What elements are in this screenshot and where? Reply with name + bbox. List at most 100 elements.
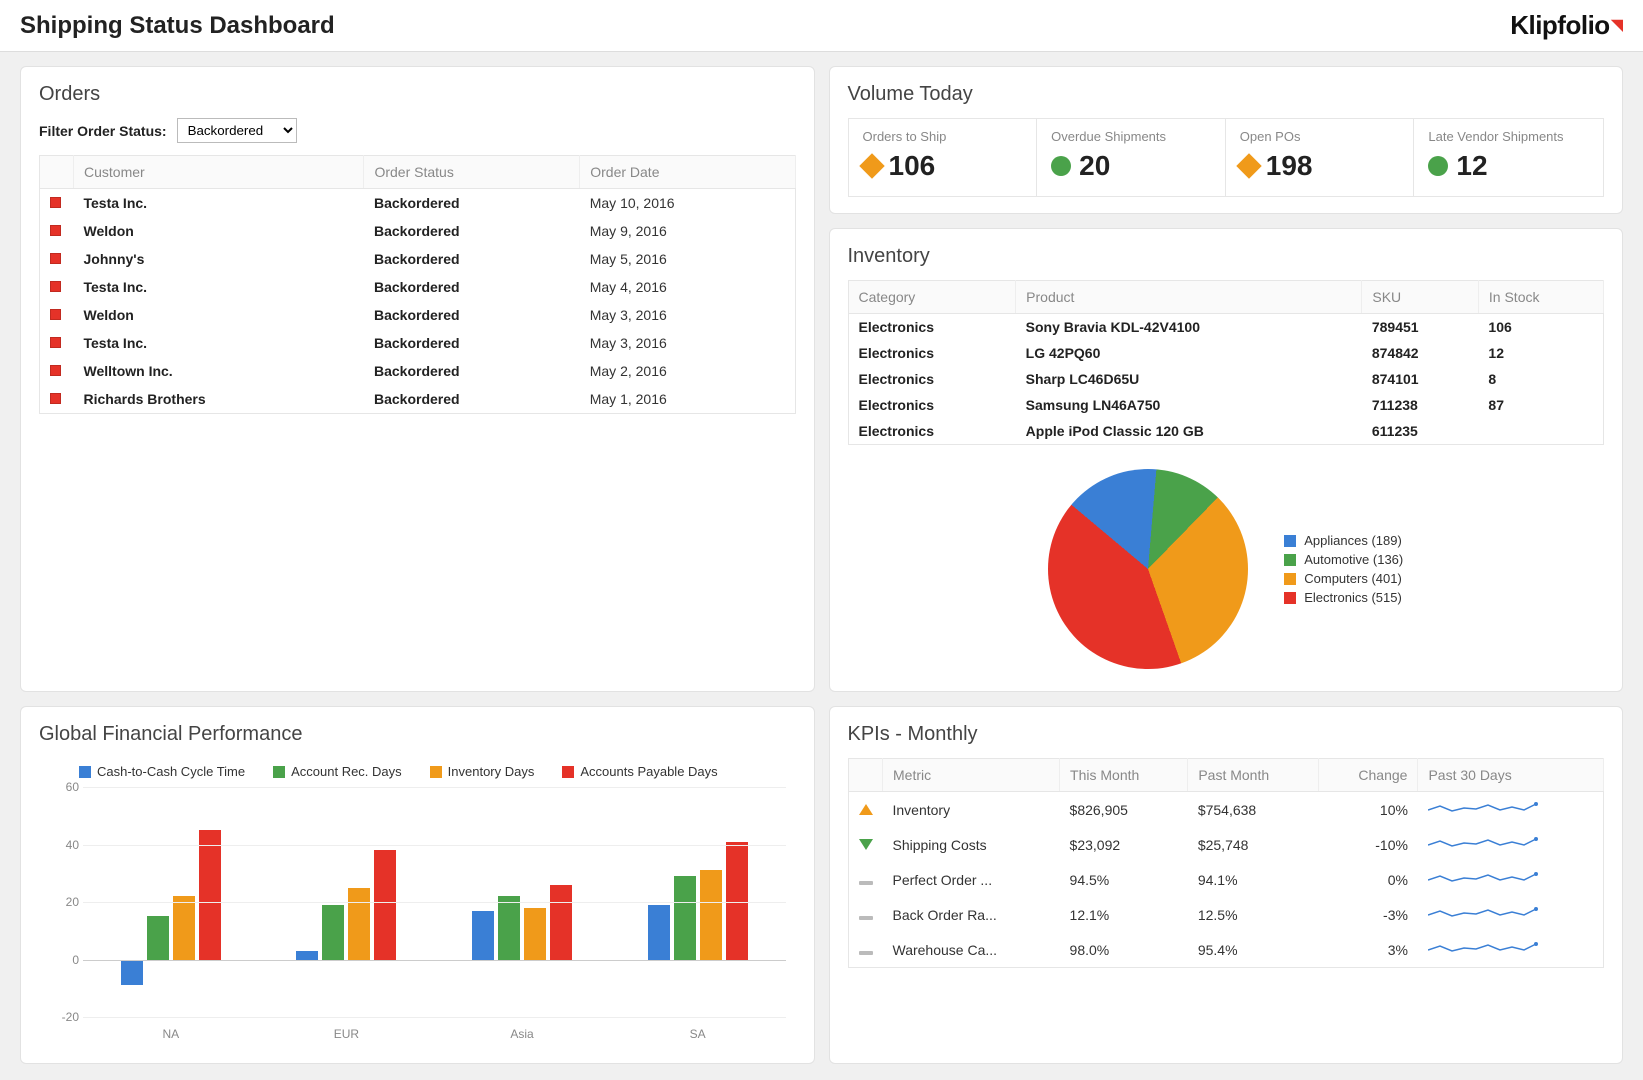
legend-swatch-icon: [430, 766, 442, 778]
kpis-table: Metric This Month Past Month Change Past…: [848, 758, 1605, 968]
volume-card: Volume Today Orders to Ship 106Overdue S…: [829, 66, 1624, 214]
y-tick: 0: [72, 953, 79, 967]
status-dot-icon: [50, 365, 61, 376]
logo-text: Klipfolio: [1510, 10, 1609, 41]
volume-label: Orders to Ship: [863, 129, 1023, 144]
y-tick: 40: [66, 838, 79, 852]
trend-up-icon: [859, 804, 873, 815]
bar: [726, 842, 748, 960]
kpis-title: KPIs - Monthly: [848, 723, 1605, 746]
bar: [199, 830, 221, 959]
page-title: Shipping Status Dashboard: [20, 12, 335, 40]
table-row[interactable]: WeldonBackorderedMay 3, 2016: [40, 301, 796, 329]
volume-cell: Overdue Shipments 20: [1037, 119, 1226, 196]
legend-swatch-icon: [1284, 554, 1296, 566]
status-dot-icon: [50, 281, 61, 292]
circle-icon: [1051, 156, 1071, 176]
trend-flat-icon: [859, 916, 873, 920]
bar: [472, 911, 494, 960]
legend-item: Inventory Days: [430, 764, 535, 779]
legend-item: Automotive (136): [1284, 552, 1403, 567]
table-row[interactable]: Testa Inc.BackorderedMay 3, 2016: [40, 329, 796, 357]
bar: [296, 951, 318, 960]
circle-icon: [1428, 156, 1448, 176]
sparkline-icon: [1428, 868, 1538, 888]
y-tick: 20: [66, 895, 79, 909]
kpis-card: KPIs - Monthly Metric This Month Past Mo…: [829, 706, 1624, 1064]
y-tick: 60: [66, 780, 79, 794]
bar: [322, 905, 344, 960]
legend-item: Cash-to-Cash Cycle Time: [79, 764, 245, 779]
col-customer: Customer: [74, 156, 364, 189]
volume-grid: Orders to Ship 106Overdue Shipments 20Op…: [848, 118, 1605, 197]
table-row[interactable]: ElectronicsApple iPod Classic 120 GB6112…: [848, 418, 1604, 445]
bar: [700, 870, 722, 959]
table-row[interactable]: ElectronicsSharp LC46D65U8741018: [848, 366, 1604, 392]
status-dot-icon: [50, 225, 61, 236]
bar: [524, 908, 546, 960]
legend-swatch-icon: [1284, 535, 1296, 547]
diamond-icon: [1236, 153, 1261, 178]
table-row[interactable]: Testa Inc.BackorderedMay 10, 2016: [40, 189, 796, 218]
table-row[interactable]: Back Order Ra...12.1%12.5%-3%: [848, 897, 1604, 932]
volume-cell: Late Vendor Shipments 12: [1414, 119, 1603, 196]
inventory-pie-chart: [1048, 469, 1248, 669]
bar: [674, 876, 696, 959]
sparkline-icon: [1428, 833, 1538, 853]
orders-title: Orders: [39, 83, 796, 106]
bar: [550, 885, 572, 960]
orders-card: Orders Filter Order Status: Backordered …: [20, 66, 815, 692]
col-status: Order Status: [364, 156, 580, 189]
table-row[interactable]: Perfect Order ...94.5%94.1%0%: [848, 862, 1604, 897]
logo-accent-icon: ◥: [1611, 15, 1623, 35]
inventory-card: Inventory Category Product SKU In Stock …: [829, 228, 1624, 692]
table-row[interactable]: WeldonBackorderedMay 9, 2016: [40, 217, 796, 245]
status-dot-icon: [50, 337, 61, 348]
sparkline-icon: [1428, 903, 1538, 923]
filter-label: Filter Order Status:: [39, 123, 167, 139]
table-row[interactable]: ElectronicsSamsung LN46A75071123887: [848, 392, 1604, 418]
legend-swatch-icon: [562, 766, 574, 778]
table-row[interactable]: Johnny'sBackorderedMay 5, 2016: [40, 245, 796, 273]
volume-value: 12: [1456, 150, 1487, 182]
status-dot-icon: [50, 197, 61, 208]
x-tick: EUR: [259, 1027, 435, 1041]
table-row[interactable]: ElectronicsLG 42PQ6087484212: [848, 340, 1604, 366]
volume-cell: Open POs 198: [1226, 119, 1415, 196]
table-row[interactable]: Inventory$826,905$754,63810%: [848, 792, 1604, 828]
volume-value: 20: [1079, 150, 1110, 182]
status-dot-icon: [50, 393, 61, 404]
financial-bar-chart: -200204060 NAEURAsiaSA: [39, 787, 796, 1047]
table-row[interactable]: Welltown Inc.BackorderedMay 2, 2016: [40, 357, 796, 385]
table-row[interactable]: Testa Inc.BackorderedMay 4, 2016: [40, 273, 796, 301]
x-tick: NA: [83, 1027, 259, 1041]
bar: [348, 888, 370, 960]
legend-swatch-icon: [79, 766, 91, 778]
sparkline-icon: [1428, 798, 1538, 818]
volume-label: Overdue Shipments: [1051, 129, 1211, 144]
x-tick: Asia: [434, 1027, 610, 1041]
legend-swatch-icon: [273, 766, 285, 778]
topbar: Shipping Status Dashboard Klipfolio ◥: [0, 0, 1643, 52]
inventory-table: Category Product SKU In Stock Electronic…: [848, 280, 1605, 445]
table-row[interactable]: Richards BrothersBackorderedMay 1, 2016: [40, 385, 796, 414]
volume-cell: Orders to Ship 106: [849, 119, 1038, 196]
dashboard-grid: Orders Filter Order Status: Backordered …: [0, 52, 1643, 1078]
legend-swatch-icon: [1284, 592, 1296, 604]
status-dot-icon: [50, 309, 61, 320]
legend-item: Accounts Payable Days: [562, 764, 717, 779]
table-row[interactable]: Shipping Costs$23,092$25,748-10%: [848, 827, 1604, 862]
inventory-title: Inventory: [848, 245, 1605, 268]
bar: [147, 916, 169, 959]
volume-value: 106: [889, 150, 936, 182]
bar: [374, 850, 396, 959]
trend-down-icon: [859, 839, 873, 850]
legend-item: Electronics (515): [1284, 590, 1403, 605]
table-row[interactable]: ElectronicsSony Bravia KDL-42V4100789451…: [848, 314, 1604, 341]
bar: [173, 896, 195, 959]
table-row[interactable]: Warehouse Ca...98.0%95.4%3%: [848, 932, 1604, 968]
legend-item: Appliances (189): [1284, 533, 1403, 548]
bar: [498, 896, 520, 959]
diamond-icon: [859, 153, 884, 178]
order-status-select[interactable]: Backordered: [177, 118, 297, 143]
